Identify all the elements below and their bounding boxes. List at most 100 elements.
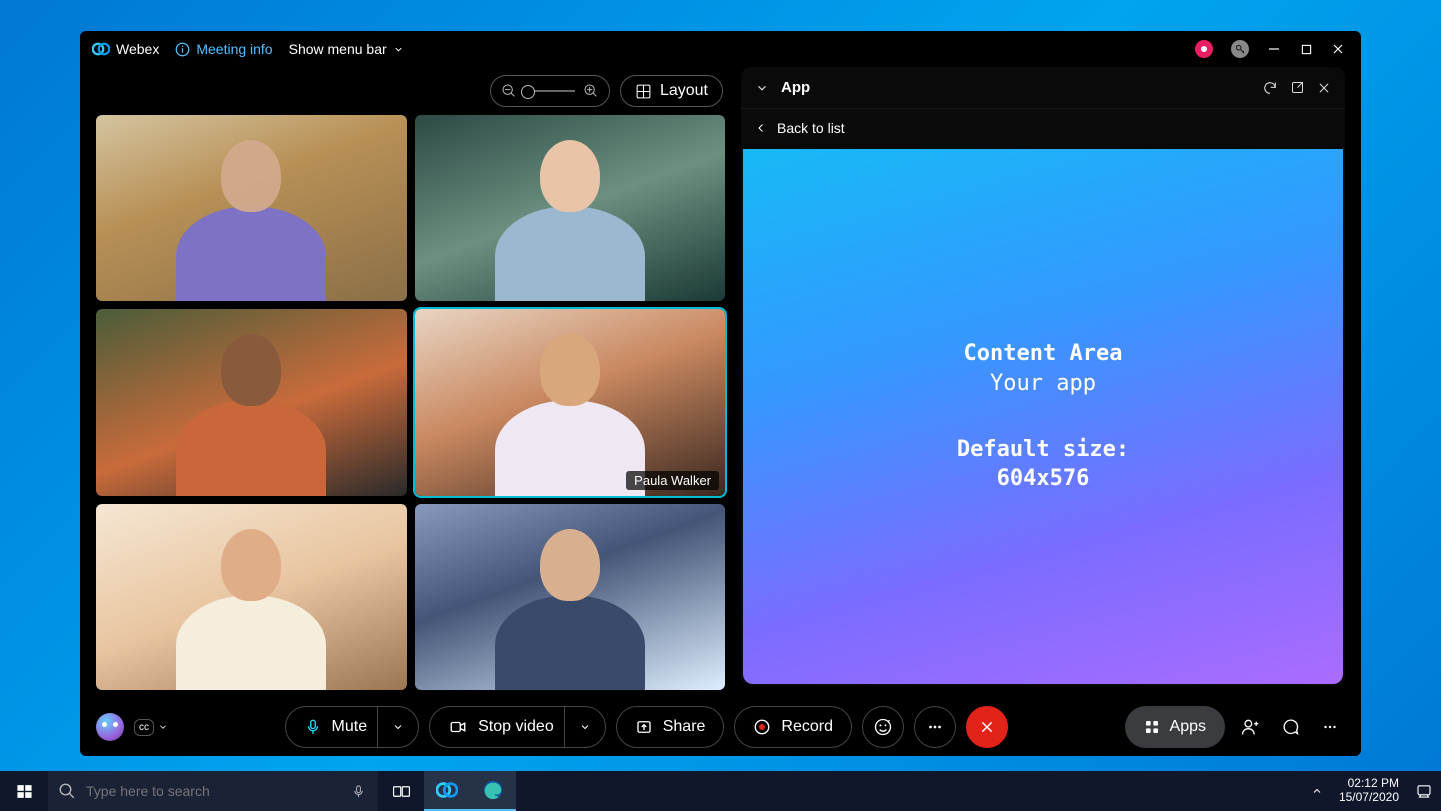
mic-icon xyxy=(304,718,322,736)
chevron-down-icon xyxy=(393,44,404,55)
participant-tile[interactable] xyxy=(96,309,407,495)
zoom-control[interactable] xyxy=(490,75,610,107)
participants-button[interactable] xyxy=(1235,717,1265,737)
panel-options-button[interactable] xyxy=(1315,718,1345,736)
security-key-icon[interactable] xyxy=(1231,40,1249,58)
default-size-label: Default size: xyxy=(957,435,1129,465)
webex-taskbar-icon[interactable] xyxy=(424,771,470,811)
back-to-list-button[interactable]: Back to list xyxy=(741,109,1345,147)
leave-meeting-button[interactable] xyxy=(966,706,1008,748)
person-icon xyxy=(1240,717,1260,737)
content-title: Content Area xyxy=(964,339,1123,369)
app-name: Webex xyxy=(116,41,159,57)
popout-icon[interactable] xyxy=(1290,80,1305,95)
app-panel-title: App xyxy=(781,79,810,96)
meeting-info-label: Meeting info xyxy=(196,41,272,57)
more-icon xyxy=(1321,718,1339,736)
maximize-icon xyxy=(1301,44,1312,55)
app-panel: App Back to list Content Area Your app D… xyxy=(741,67,1345,686)
voice-search-icon[interactable] xyxy=(338,771,378,811)
maximize-button[interactable] xyxy=(1299,42,1313,56)
video-options[interactable] xyxy=(564,707,605,747)
info-icon xyxy=(175,42,190,57)
zoom-out-icon xyxy=(501,83,517,99)
mute-button[interactable]: Mute xyxy=(285,706,420,748)
default-size-value: 604x576 xyxy=(997,464,1090,494)
captions-button[interactable]: cc xyxy=(134,719,168,736)
titlebar: Webex Meeting info Show menu bar xyxy=(80,31,1361,67)
participant-name-tag: Paula Walker xyxy=(626,471,719,490)
show-menu-label: Show menu bar xyxy=(289,41,387,57)
task-view-button[interactable] xyxy=(378,771,424,811)
record-button[interactable]: Record xyxy=(734,706,852,748)
close-button[interactable] xyxy=(1331,42,1345,56)
share-button[interactable]: Share xyxy=(616,706,725,748)
refresh-icon[interactable] xyxy=(1262,80,1278,96)
grid-icon xyxy=(635,83,652,100)
video-area: Layout Paula Walker xyxy=(96,67,725,698)
share-label: Share xyxy=(663,718,706,736)
video-grid: Paula Walker xyxy=(96,115,725,698)
taskbar-search[interactable] xyxy=(48,771,378,811)
app-logo: Webex xyxy=(92,40,159,58)
layout-label: Layout xyxy=(660,82,708,100)
participant-tile[interactable] xyxy=(415,115,726,301)
stop-video-label: Stop video xyxy=(478,718,554,736)
search-icon xyxy=(58,782,76,800)
layout-controls: Layout xyxy=(96,67,725,115)
tray-chevron-icon[interactable] xyxy=(1311,785,1323,797)
close-icon[interactable] xyxy=(1317,81,1331,95)
record-icon xyxy=(753,718,771,736)
more-options-button[interactable] xyxy=(914,706,956,748)
task-view-icon xyxy=(392,782,411,801)
smile-icon xyxy=(873,717,893,737)
webex-icon xyxy=(436,779,458,801)
start-button[interactable] xyxy=(0,771,48,811)
meeting-toolbar: cc Mute Stop video Share Record xyxy=(80,698,1361,756)
apps-icon xyxy=(1144,719,1160,735)
edge-icon xyxy=(482,779,504,801)
chevron-down-icon[interactable] xyxy=(755,81,769,95)
content-subtitle: Your app xyxy=(990,369,1096,399)
chevron-down-icon xyxy=(158,722,168,732)
record-label: Record xyxy=(781,718,833,736)
assistant-icon[interactable] xyxy=(96,713,124,741)
zoom-in-icon xyxy=(583,83,599,99)
participant-tile[interactable] xyxy=(96,115,407,301)
minimize-button[interactable] xyxy=(1267,42,1281,56)
chat-button[interactable] xyxy=(1275,717,1305,737)
video-icon xyxy=(448,718,468,736)
reactions-button[interactable] xyxy=(862,706,904,748)
mute-options[interactable] xyxy=(377,707,418,747)
close-icon xyxy=(979,719,995,735)
zoom-slider[interactable] xyxy=(525,90,575,92)
share-icon xyxy=(635,718,653,736)
stop-video-button[interactable]: Stop video xyxy=(429,706,606,748)
chevron-left-icon xyxy=(755,122,767,134)
taskbar-clock[interactable]: 02:12 PM 15/07/2020 xyxy=(1329,777,1409,805)
app-content-area: Content Area Your app Default size: 604x… xyxy=(743,149,1343,684)
participant-tile[interactable]: Paula Walker xyxy=(415,309,726,495)
clock-time: 02:12 PM xyxy=(1339,777,1399,791)
notifications-icon[interactable] xyxy=(1415,782,1433,800)
meeting-info-button[interactable]: Meeting info xyxy=(175,41,272,57)
window-controls xyxy=(1195,40,1349,58)
layout-button[interactable]: Layout xyxy=(620,75,723,107)
webex-window: Webex Meeting info Show menu bar xyxy=(80,31,1361,756)
show-menu-bar-button[interactable]: Show menu bar xyxy=(289,41,404,57)
apps-button[interactable]: Apps xyxy=(1125,706,1225,748)
cc-icon: cc xyxy=(134,719,154,736)
back-label: Back to list xyxy=(777,120,845,136)
apps-label: Apps xyxy=(1170,718,1206,736)
mute-label: Mute xyxy=(332,718,368,736)
webex-icon xyxy=(92,40,110,58)
chevron-down-icon xyxy=(579,721,591,733)
close-icon xyxy=(1332,43,1344,55)
edge-taskbar-icon[interactable] xyxy=(470,771,516,811)
search-input[interactable] xyxy=(86,783,328,799)
windows-icon xyxy=(16,783,33,800)
recording-indicator[interactable] xyxy=(1195,40,1213,58)
participant-tile[interactable] xyxy=(415,504,726,690)
windows-taskbar: 02:12 PM 15/07/2020 xyxy=(0,771,1441,811)
participant-tile[interactable] xyxy=(96,504,407,690)
